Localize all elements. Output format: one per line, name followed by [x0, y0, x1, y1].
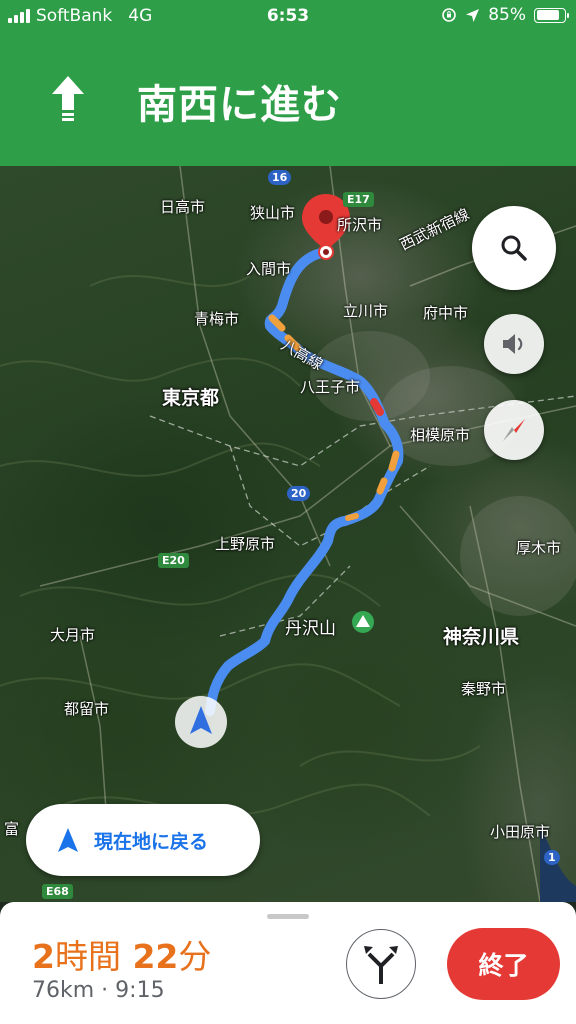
map-label-tachikawa: 立川市	[343, 302, 389, 320]
map-label-fuchu: 府中市	[423, 304, 469, 322]
recenter-label: 現在地に戻る	[94, 830, 209, 853]
trip-separator: ·	[101, 978, 109, 1003]
map-label-fuji-partial: 富	[4, 820, 20, 838]
map-label-ome: 青梅市	[194, 310, 240, 328]
route-shield-16: 16	[268, 170, 292, 185]
battery-level-fill	[536, 10, 560, 20]
trip-arrival-time: 9:15	[115, 978, 165, 1003]
battery-icon	[534, 7, 569, 23]
trip-meta: 76km · 9:15	[32, 978, 165, 1003]
map-label-hachioji: 八王子市	[300, 378, 361, 396]
map-label-kanagawa: 神奈川県	[443, 626, 520, 648]
arrow-up-icon	[52, 76, 84, 121]
map-label-tokyo: 東京都	[162, 387, 220, 409]
location-arrow-icon	[466, 8, 480, 22]
search-icon	[501, 235, 527, 261]
sheet-grabber[interactable]	[267, 914, 309, 919]
eta-hours-unit: 時間	[54, 937, 121, 976]
turn-instruction: 南西に進む	[137, 82, 342, 128]
map-label-odawara: 小田原市	[490, 823, 551, 841]
map-label-atsugi: 厚木市	[516, 539, 562, 557]
current-location-icon	[175, 696, 227, 748]
eta-hours: 2	[32, 937, 55, 976]
recenter-button[interactable]: 現在地に戻る	[26, 804, 260, 876]
route-shield-e17: E17	[343, 192, 374, 207]
map-label-tanzawa: 丹沢山	[285, 619, 336, 639]
map-label-otsuki: 大月市	[50, 626, 96, 644]
status-right: 85%	[441, 5, 569, 25]
eta-duration: 2時間 22分	[32, 930, 211, 978]
map-label-sayama: 狭山市	[250, 204, 296, 222]
map-label-tsuru: 都留市	[64, 700, 110, 718]
status-bar: SoftBank 4G 6:53 85%	[0, 0, 576, 34]
route-shield-1: 1	[544, 850, 560, 865]
route-shield-e20: E20	[158, 553, 189, 568]
route-shield-e68: E68	[42, 884, 73, 899]
end-navigation-button[interactable]: 終了	[447, 928, 560, 1000]
map-label-uenohara: 上野原市	[215, 535, 276, 553]
sound-button[interactable]	[484, 314, 544, 374]
navigation-arrow-icon	[58, 828, 78, 852]
trip-sheet[interactable]: 2時間 22分 76km · 9:15 終了	[0, 902, 576, 1024]
mountain-icon	[352, 611, 374, 633]
screen-lock-rotation-icon	[442, 8, 457, 22]
map-label-iruma: 入間市	[246, 260, 292, 278]
speaker-icon	[503, 334, 523, 354]
map-label-tokorozawa: 所沢市	[337, 216, 383, 234]
alternate-routes-button[interactable]	[346, 929, 416, 999]
navigation-header: 南西に進む	[0, 34, 576, 166]
eta-minutes-unit: 分	[178, 937, 212, 976]
map-label-hadano: 秦野市	[461, 680, 507, 698]
compass-icon	[503, 419, 525, 441]
battery-percent: 85%	[488, 5, 526, 25]
route-shield-20: 20	[287, 486, 311, 501]
map-label-sagamihara: 相模原市	[410, 426, 471, 444]
alternate-routes-icon	[364, 946, 398, 984]
eta-minutes: 22	[132, 937, 179, 976]
compass-button[interactable]	[484, 400, 544, 460]
search-button[interactable]	[472, 206, 556, 290]
map-view[interactable]: 日高市 狭山市 所沢市 入間市 西武新宿線 青梅市 立川市 府中市 八高線 東京…	[0, 166, 576, 902]
map-label-hidaka: 日高市	[160, 198, 206, 216]
trip-distance: 76km	[32, 978, 95, 1003]
